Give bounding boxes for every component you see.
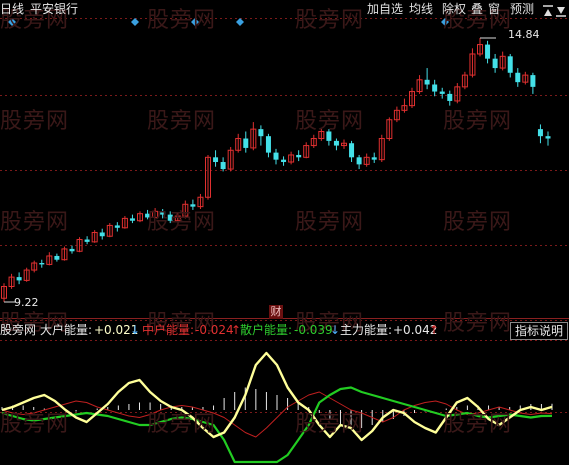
candle-body-down <box>515 72 521 83</box>
watermark: 股旁网 <box>295 412 365 437</box>
candle-body-down <box>129 218 135 221</box>
big-holder-trend-arrow: ↓ <box>130 323 141 337</box>
candle-body-down <box>99 232 105 237</box>
retail-energy-value: -0.039 <box>294 323 333 337</box>
chart-mode-label[interactable]: 日线 <box>0 2 24 16</box>
nav-up-icon[interactable] <box>542 2 554 16</box>
big-holder-energy-label: 大户能量: <box>40 323 93 337</box>
watermark: 股旁网 <box>443 210 513 235</box>
candle-body-down <box>432 84 438 92</box>
main-force-trend-arrow: ↑ <box>429 323 440 337</box>
candle-body-down <box>265 136 271 153</box>
financial-report-badge[interactable]: 财 <box>269 305 283 319</box>
candle-body-down <box>54 255 60 260</box>
indicator-name[interactable]: 股旁网 <box>0 323 36 337</box>
window-button[interactable]: 窗 <box>487 1 501 17</box>
candle-body-down <box>349 143 355 158</box>
add-watchlist-button[interactable]: 加自选 <box>366 1 404 17</box>
candle-body-down <box>258 129 264 137</box>
candle-body-down <box>243 138 249 148</box>
watermark: 股旁网 <box>0 210 70 235</box>
stock-chart-window[interactable]: 股旁网 股旁网 股旁网 股旁网 股旁网 股旁网 股旁网 股旁网 股旁网 股旁网 … <box>0 0 569 465</box>
candle-body-down <box>69 248 75 252</box>
candle-body-down <box>545 136 551 139</box>
mid-holder-energy-label: 中户能量: <box>142 323 195 337</box>
main-force-energy-label: 主力能量: <box>340 323 393 337</box>
candle-body-down <box>220 162 226 170</box>
candle-body-down <box>530 75 536 87</box>
watermark: 股旁网 <box>0 412 70 437</box>
candle-body-down <box>492 58 498 69</box>
forecast-button[interactable]: 预测 <box>508 1 536 17</box>
watermark: 股旁网 <box>295 8 365 33</box>
high-price-label: 14.84 <box>508 28 540 41</box>
ex-rights-button[interactable]: 除权 <box>439 1 469 17</box>
candle-body-down <box>356 157 362 165</box>
signal-diamond-marker <box>131 18 139 26</box>
watermark: 股旁网 <box>443 311 513 336</box>
watermark: 股旁网 <box>295 109 365 134</box>
low-price-label: 9.22 <box>14 296 39 309</box>
candle-body-down <box>16 277 22 281</box>
retail-trend-arrow: ↓ <box>330 323 341 337</box>
moving-average-button[interactable]: 均线 <box>406 1 436 17</box>
candle-body-down <box>439 91 445 94</box>
stock-name: 平安银行 <box>30 2 79 16</box>
watermark: 股旁网 <box>147 412 217 437</box>
candle-body-down <box>424 79 430 85</box>
candle-body-down <box>333 140 339 146</box>
candle-body-down <box>296 154 302 158</box>
watermark: 股旁网 <box>147 109 217 134</box>
signal-diamond-marker <box>236 18 244 26</box>
watermark: 股旁网 <box>147 210 217 235</box>
watermark: 股旁网 <box>0 109 70 134</box>
watermark: 股旁网 <box>443 109 513 134</box>
nav-down-icon[interactable] <box>555 2 567 17</box>
retail-energy-label: 散户能量: <box>240 323 293 337</box>
candle-body-down <box>213 157 219 163</box>
candle-body-down <box>39 263 45 265</box>
candle-body-down <box>273 152 279 160</box>
watermark: 股旁网 <box>147 8 217 33</box>
candle-body-down <box>281 159 287 163</box>
candle-body-down <box>485 44 491 59</box>
candle-body-down <box>447 93 453 101</box>
candle-body-down <box>537 129 543 137</box>
mid-holder-energy-value: -0.024 <box>195 323 234 337</box>
indicator-help-button[interactable]: 指标说明 <box>510 322 568 340</box>
candle-body-down <box>114 225 120 228</box>
watermark: 股旁网 <box>443 412 513 437</box>
overlay-button[interactable]: 叠 <box>470 1 484 17</box>
watermark: 股旁网 <box>295 210 365 235</box>
candle-body-down <box>507 56 513 73</box>
candle-body-down <box>371 157 377 160</box>
candle-body-down <box>84 239 90 242</box>
